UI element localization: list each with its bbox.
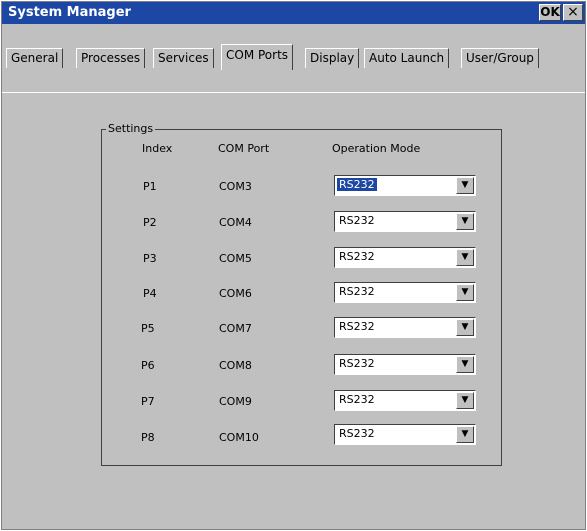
row-com-port: COM8 [219,359,252,372]
operation-mode-value: RS232 [339,427,375,440]
row-index: P4 [143,287,157,300]
operation-mode-value: RS232 [339,250,375,263]
operation-mode-select-p8[interactable]: RS232 ▼ [334,424,476,445]
row-index: P3 [143,252,157,265]
window-title: System Manager [8,5,131,20]
operation-mode-select-p1[interactable]: RS232 ▼ [334,175,476,196]
triangle-down-icon[interactable]: ▼ [456,213,474,230]
triangle-down-icon[interactable]: ▼ [456,392,474,409]
row-com-port: COM9 [219,395,252,408]
operation-mode-value: RS232 [339,214,375,227]
tab-display[interactable]: Display [305,48,360,68]
triangle-down-icon[interactable]: ▼ [456,249,474,266]
row-com-port: COM4 [219,216,252,229]
row-com-port: COM3 [219,180,252,193]
row-index: P7 [141,395,155,408]
row-index: P6 [141,359,155,372]
title-bar: System Manager OK × [2,2,585,24]
tab-com-ports[interactable]: COM Ports [221,44,294,70]
row-com-port: COM10 [219,431,259,444]
operation-mode-select-p5[interactable]: RS232 ▼ [334,317,476,338]
com-port-header: COM Port [218,142,270,155]
settings-group: Settings Index COM Port Operation Mode P… [101,122,502,466]
tab-auto-launch[interactable]: Auto Launch [364,48,450,68]
operation-mode-value: RS232 [337,178,377,191]
settings-group-label: Settings [106,122,156,135]
tab-strip: General Processes Services COM Ports Dis… [2,24,585,93]
close-button[interactable]: × [563,4,583,21]
tab-divider [2,92,585,93]
operation-mode-select-p2[interactable]: RS232 ▼ [334,211,476,232]
triangle-down-icon[interactable]: ▼ [456,319,474,336]
triangle-down-icon[interactable]: ▼ [456,177,474,194]
row-index: P5 [141,322,155,335]
tab-processes[interactable]: Processes [76,48,146,68]
operation-mode-value: RS232 [339,357,375,370]
operation-mode-value: RS232 [339,285,375,298]
tab-user-group[interactable]: User/Group [461,48,539,68]
operation-mode-select-p3[interactable]: RS232 ▼ [334,247,476,268]
operation-mode-header: Operation Mode [332,142,421,155]
operation-mode-value: RS232 [339,393,375,406]
triangle-down-icon[interactable]: ▼ [456,426,474,443]
row-index: P8 [141,431,155,444]
row-com-port: COM6 [219,287,252,300]
row-com-port: COM7 [219,322,252,335]
row-index: P2 [143,216,157,229]
row-com-port: COM5 [219,252,252,265]
operation-mode-select-p6[interactable]: RS232 ▼ [334,354,476,375]
triangle-down-icon[interactable]: ▼ [456,356,474,373]
row-index: P1 [143,180,157,193]
index-header: Index [142,142,173,155]
triangle-down-icon[interactable]: ▼ [456,284,474,301]
operation-mode-select-p4[interactable]: RS232 ▼ [334,282,476,303]
system-manager-window: System Manager OK × General Processes Se… [1,1,586,530]
operation-mode-select-p7[interactable]: RS232 ▼ [334,390,476,411]
tab-services[interactable]: Services [153,48,214,68]
operation-mode-value: RS232 [339,320,375,333]
tab-general[interactable]: General [6,48,64,68]
ok-button[interactable]: OK [539,4,561,21]
